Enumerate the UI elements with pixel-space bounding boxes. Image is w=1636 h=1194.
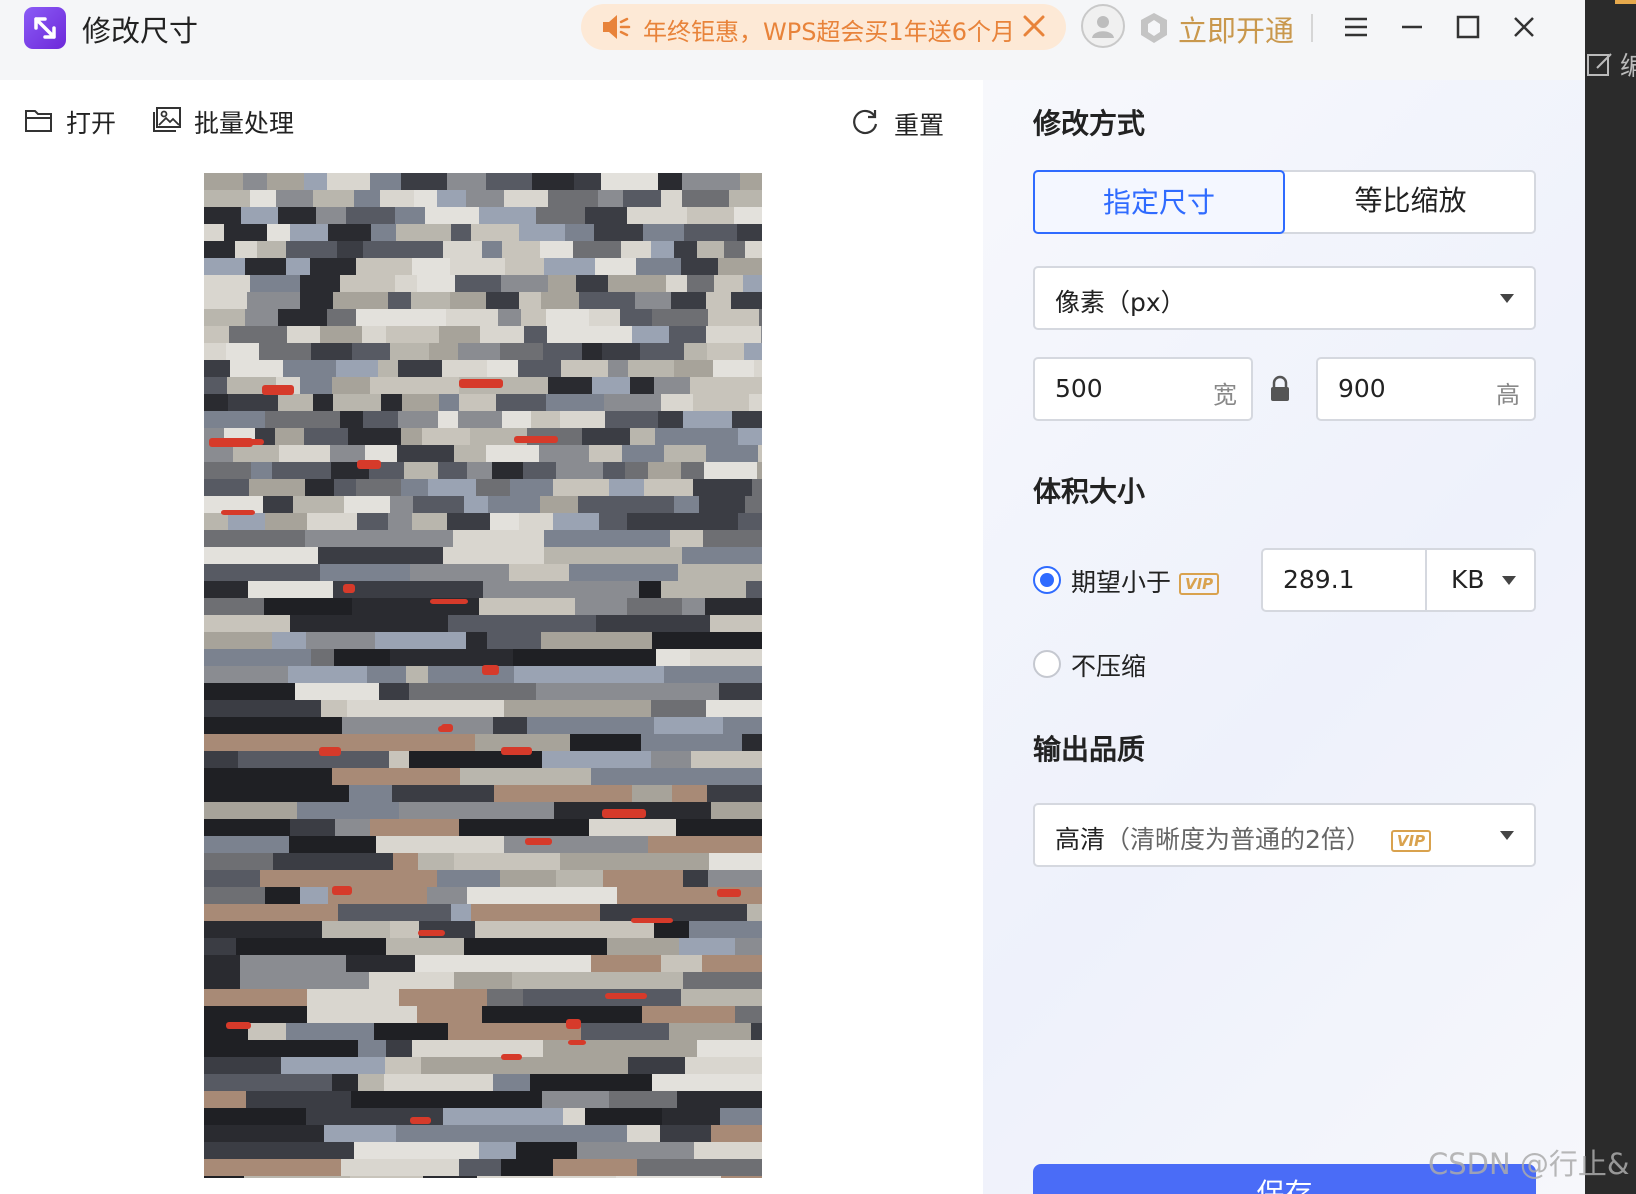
unit-select[interactable]: 像素（px） xyxy=(1033,266,1536,330)
method-title: 修改方式 xyxy=(1033,107,1146,140)
size-input[interactable]: 289.1 KB xyxy=(1261,548,1536,612)
preview-pane: 打开 批量处理 重置 xyxy=(0,80,983,1194)
vip-tag: VIP xyxy=(1178,573,1220,595)
image-preview xyxy=(204,173,762,1178)
lock-icon[interactable] xyxy=(1269,375,1291,407)
chevron-down-icon xyxy=(1500,294,1514,303)
window-title: 修改尺寸 xyxy=(82,14,199,48)
folder-icon xyxy=(24,106,54,140)
user-avatar-icon[interactable] xyxy=(1081,4,1125,48)
open-label: 打开 xyxy=(66,109,117,138)
title-bar-divider xyxy=(1311,14,1313,42)
quality-title: 输出品质 xyxy=(1033,733,1146,766)
strip-text: 编 xyxy=(1620,52,1636,82)
batch-label: 批量处理 xyxy=(194,109,295,138)
maximize-icon[interactable] xyxy=(1452,11,1484,43)
height-unit: 高 xyxy=(1496,381,1520,409)
width-unit: 宽 xyxy=(1213,381,1237,409)
promo-close-icon[interactable] xyxy=(1021,13,1047,43)
vip-shield-icon xyxy=(1138,11,1170,49)
title-bar: 修改尺寸 年终钜惠，WPS超会买1年送6个月 立即开通 xyxy=(0,0,1585,80)
chevron-down-icon xyxy=(1500,831,1514,840)
no-compress-label: 不压缩 xyxy=(1071,652,1147,681)
speaker-icon xyxy=(601,13,633,45)
csdn-watermark: CSDN @行止& xyxy=(1428,1147,1630,1181)
chevron-down-icon[interactable] xyxy=(1502,576,1516,585)
app-logo-icon xyxy=(24,7,66,49)
no-compress-radio[interactable] xyxy=(1033,650,1061,678)
settings-panel: 修改方式 指定尺寸 等比缩放 像素（px） 500 宽 900 高 体积大小 期… xyxy=(983,80,1585,1194)
promo-text: 年终钜惠，WPS超会买1年送6个月 xyxy=(643,18,1015,46)
quality-hint: （清晰度为普通的2倍） xyxy=(1105,825,1371,854)
height-value: 900 xyxy=(1338,374,1386,403)
edit-icon xyxy=(1585,50,1615,84)
tab-proportional-scale[interactable]: 等比缩放 xyxy=(1285,170,1536,234)
refresh-icon xyxy=(850,106,880,142)
background-window-strip: 编 xyxy=(1585,0,1636,1194)
tab-specify-size[interactable]: 指定尺寸 xyxy=(1033,170,1285,234)
width-input[interactable]: 500 宽 xyxy=(1033,357,1253,421)
size-title: 体积大小 xyxy=(1033,475,1146,508)
height-input[interactable]: 900 高 xyxy=(1316,357,1536,421)
size-limit-radio[interactable] xyxy=(1033,566,1061,594)
menu-icon[interactable] xyxy=(1340,11,1372,43)
close-icon[interactable] xyxy=(1508,11,1540,43)
size-input-divider xyxy=(1425,550,1427,610)
quality-value: 高清 xyxy=(1055,825,1106,854)
size-unit[interactable]: KB xyxy=(1451,565,1485,594)
strip-accent xyxy=(1615,0,1636,4)
vip-tag: VIP xyxy=(1390,830,1432,852)
unit-select-value: 像素（px） xyxy=(1055,288,1186,317)
quality-value-wrap: 高清（清晰度为普通的2倍） VIP xyxy=(1055,820,1432,856)
width-value: 500 xyxy=(1055,374,1103,403)
method-tabs: 指定尺寸 等比缩放 xyxy=(1033,170,1536,234)
minimize-icon[interactable] xyxy=(1396,11,1428,43)
open-vip-link[interactable]: 立即开通 xyxy=(1178,8,1294,50)
preview-image xyxy=(204,173,762,1178)
size-value: 289.1 xyxy=(1283,565,1355,594)
image-icon xyxy=(152,106,182,140)
promo-banner[interactable]: 年终钜惠，WPS超会买1年送6个月 xyxy=(581,4,1066,50)
size-limit-label-wrap: 期望小于 VIP xyxy=(1071,563,1220,599)
quality-select[interactable]: 高清（清晰度为普通的2倍） VIP xyxy=(1033,803,1536,867)
reset-label: 重置 xyxy=(894,111,945,140)
size-limit-label: 期望小于 xyxy=(1071,568,1172,597)
